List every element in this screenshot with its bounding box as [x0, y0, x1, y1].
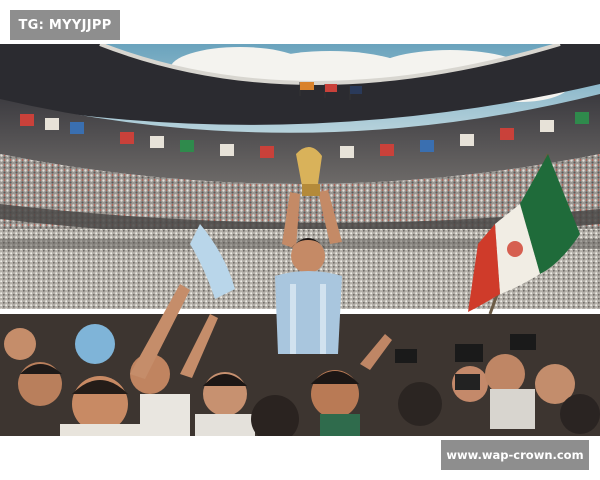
stadium-celebration-photo — [0, 44, 600, 436]
watermark-bottom: www.wap-crown.com — [441, 440, 589, 470]
watermark-top: TG: MYYJJPP — [10, 10, 120, 40]
